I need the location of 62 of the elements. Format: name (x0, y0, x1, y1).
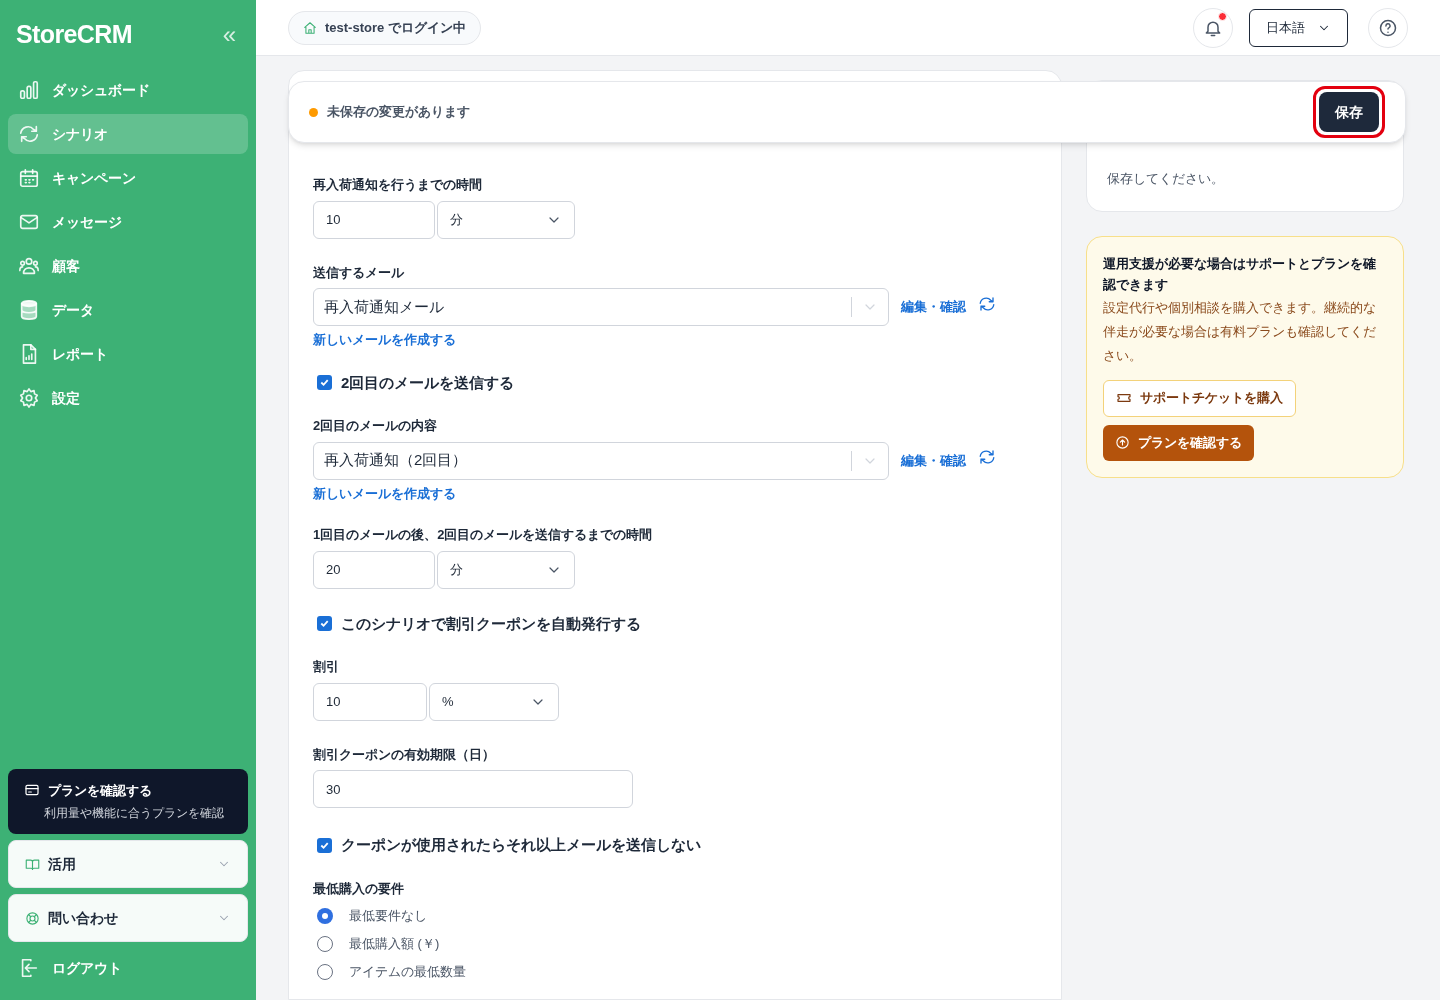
checkbox-label: クーポンが使用されたらそれ以上メールを送信しない (341, 835, 701, 855)
arrow-up-circle-icon (1115, 435, 1130, 450)
field-label: 2回目のメールの内容 (313, 417, 439, 435)
radio-label: 最低購入額 (￥) (349, 935, 440, 954)
check-icon (319, 377, 330, 389)
sidebar-section-toggle[interactable]: 問い合わせ (8, 894, 248, 942)
plan-card-subtitle: 利用量や機能に合うプランを確認 (43, 805, 225, 822)
save-button[interactable]: 保存 (1319, 92, 1379, 132)
create-email-link[interactable]: 新しいメールを作成する (313, 483, 456, 503)
field-label: 最低購入の要件 (313, 879, 405, 898)
radio-button[interactable] (317, 936, 333, 952)
edit-link[interactable]: 編集・確認 (901, 297, 966, 317)
users-icon (18, 255, 40, 277)
sync-icon (18, 123, 40, 145)
field-label: 送信するメール (313, 263, 405, 282)
lifebuoy-icon (25, 910, 40, 926)
app-logo: StoreCRM (16, 19, 132, 51)
store-login-badge: test-store でログイン中 (288, 10, 481, 45)
field-label: 再入荷通知を行うまでの時間 (313, 176, 483, 194)
number-input[interactable]: 10 (313, 682, 427, 721)
number-input[interactable]: 10 (313, 200, 435, 239)
checkbox[interactable] (317, 616, 332, 632)
book-icon (25, 856, 40, 872)
database-icon (18, 299, 40, 321)
unit-select[interactable]: 分 (437, 200, 575, 239)
support-description: 設定代行や個別相談を購入できます。継続的な伴走が必要な場合は有料プランも確認してください。 (1103, 298, 1377, 365)
radio-label: 最低要件なし (349, 907, 427, 926)
field-label: 割引クーポンの有効期限（日） (313, 745, 496, 764)
plan-card-title: プランを確認する (48, 781, 152, 800)
sidebar-section-toggle[interactable]: 活用 (8, 840, 248, 888)
number-input[interactable]: 20 (313, 550, 435, 589)
settings-icon (18, 387, 40, 409)
language-select[interactable]: 日本語 (1249, 8, 1348, 47)
checkbox-label: 2回目のメールを送信する (341, 372, 515, 393)
unit-select[interactable]: % (429, 682, 559, 721)
checkbox-label: このシナリオで割引クーポンを自動発行する (341, 613, 641, 634)
plan-card[interactable]: プランを確認する 利用量や機能に合うプランを確認 (8, 768, 248, 834)
create-email-link[interactable]: 新しいメールを作成する (313, 330, 456, 350)
calendar-icon (18, 167, 40, 189)
refresh-icon (978, 448, 996, 466)
checkbox[interactable] (317, 837, 332, 853)
field-label: 割引 (313, 658, 340, 676)
unit-select[interactable]: 分 (437, 550, 575, 589)
refresh-icon (978, 294, 996, 313)
check-plan-button[interactable]: プランを確認する (1103, 424, 1254, 461)
chart-icon (18, 79, 40, 101)
home-icon (303, 20, 317, 35)
checkbox[interactable] (317, 375, 332, 391)
email-select[interactable]: 再入荷通知（2回目） (313, 441, 889, 480)
info-text: 保存してください。 (1107, 170, 1225, 188)
support-title: 運用支援が必要な場合はサポートとプランを確認できます (1103, 254, 1377, 294)
check-icon (319, 618, 330, 630)
radio-button[interactable] (317, 964, 333, 980)
buy-ticket-button[interactable]: サポートチケットを購入 (1103, 379, 1296, 417)
number-input[interactable]: 30 (313, 770, 633, 808)
email-select[interactable]: 再入荷通知メール (313, 288, 889, 326)
unsaved-changes-text: 未保存の変更があります (327, 103, 471, 122)
edit-link[interactable]: 編集・確認 (901, 450, 966, 471)
radio-button[interactable] (317, 908, 333, 924)
radio-label: アイテムの最低数量 (349, 963, 466, 982)
help-icon (1378, 17, 1398, 38)
field-label: 1回目のメールの後、2回目のメールを送信するまでの時間 (313, 526, 654, 544)
